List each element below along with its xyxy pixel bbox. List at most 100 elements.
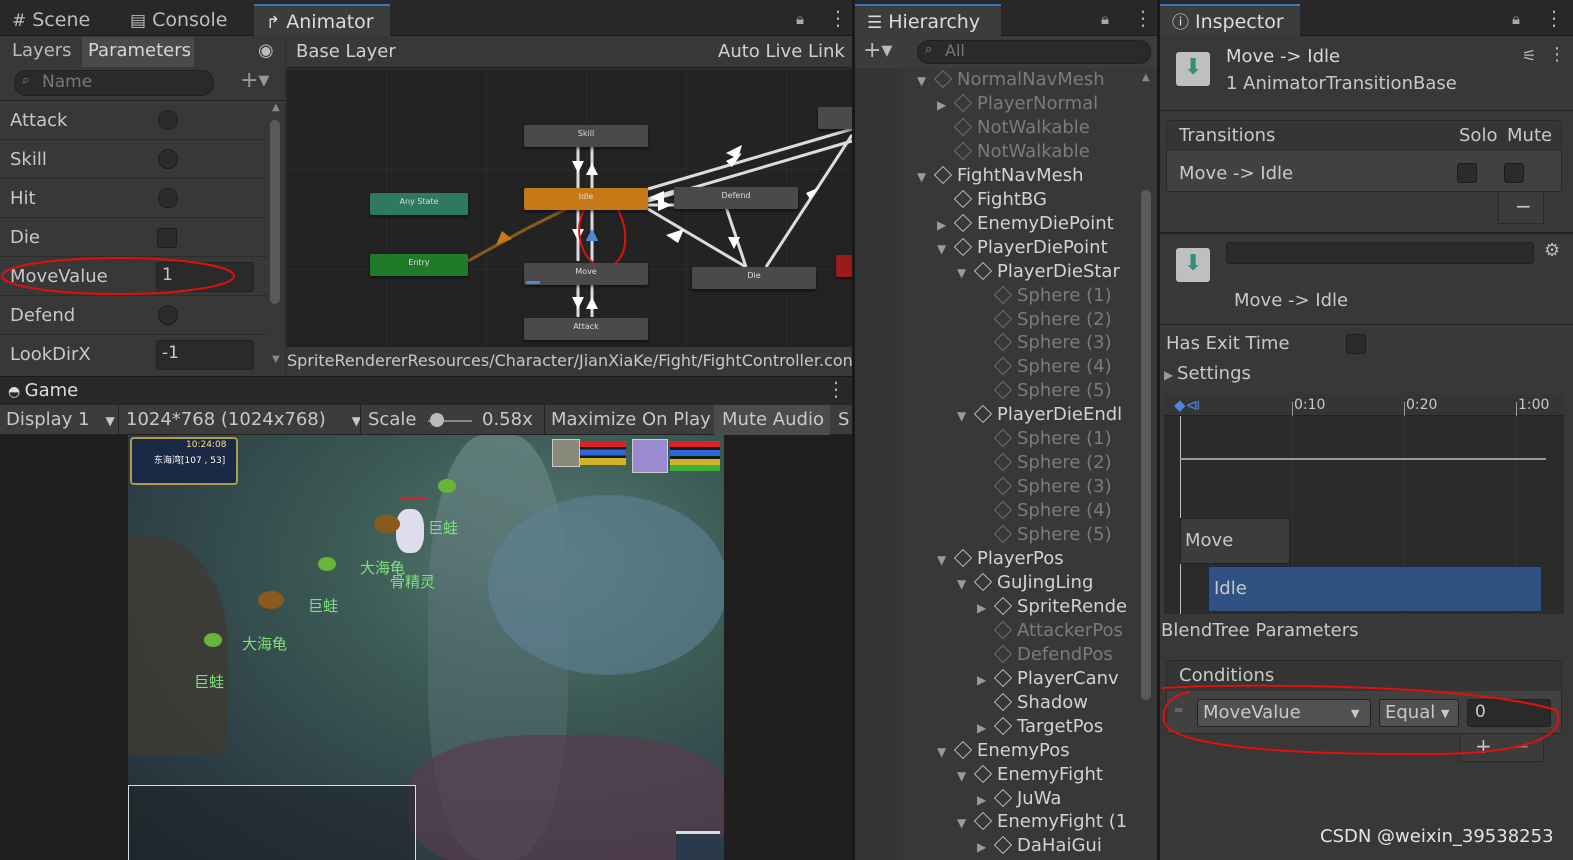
hierarchy-row[interactable]: ▼ GuJingLing	[957, 571, 1093, 595]
maximize-on-play-toggle[interactable]: Maximize On Play	[551, 409, 711, 430]
has-exit-time-checkbox[interactable]	[1346, 334, 1366, 354]
timeline-idle-bar[interactable]	[1208, 566, 1542, 612]
create-icon[interactable]: +▾	[863, 38, 892, 63]
hierarchy-row[interactable]: ▼ PlayerDieStar	[957, 260, 1120, 284]
expand-right-icon[interactable]: ▶	[977, 835, 991, 859]
hierarchy-row[interactable]: ▼ PlayerDieEndl	[957, 403, 1122, 427]
settings-sliders-icon[interactable]: ⚟	[1522, 46, 1536, 65]
hierarchy-row[interactable]: ▶ DaHaiGui	[977, 834, 1102, 858]
state-offscreen[interactable]	[818, 107, 852, 129]
hierarchy-row[interactable]: NotWalkable	[937, 116, 1090, 140]
trigger-toggle[interactable]	[158, 188, 178, 208]
hierarchy-row[interactable]: ▼ EnemyFight (1	[957, 810, 1127, 834]
display-dropdown[interactable]: Display 1 ▼	[6, 409, 115, 430]
lock-icon[interactable]: 🔒︎	[796, 10, 804, 28]
expand-right-icon[interactable]: ▶	[977, 668, 991, 692]
expand-right-icon[interactable]: ▶	[977, 788, 991, 812]
remove-transition-button[interactable]: −	[1498, 192, 1544, 224]
expand-down-icon[interactable]: ▼	[937, 237, 951, 261]
hierarchy-row[interactable]: Sphere (4)	[977, 499, 1112, 523]
scroll-up-icon[interactable]: ▲	[1142, 72, 1150, 83]
state-any-state[interactable]: Any State	[370, 193, 468, 215]
kebab-menu-icon[interactable]: ⋮	[1133, 6, 1153, 30]
scale-slider-thumb[interactable]	[430, 413, 445, 427]
lock-icon[interactable]: 🔒︎	[1101, 10, 1109, 28]
hierarchy-row[interactable]: Sphere (3)	[977, 331, 1112, 355]
tab-animator[interactable]: ↱ Animator	[254, 4, 390, 36]
trigger-toggle[interactable]	[158, 305, 178, 325]
expand-down-icon[interactable]: ▼	[937, 740, 951, 764]
tab-game[interactable]: ◓ Game	[8, 380, 78, 401]
hierarchy-row[interactable]: ▼ FightNavMesh	[917, 164, 1083, 188]
hierarchy-row[interactable]: ▶ EnemyDiePoint	[937, 212, 1114, 236]
breadcrumb[interactable]: Base Layer	[296, 41, 396, 62]
kebab-menu-icon[interactable]: ⋮	[1548, 44, 1566, 65]
state-move[interactable]: Move	[524, 263, 648, 285]
trigger-toggle[interactable]	[158, 110, 178, 130]
hierarchy-row[interactable]: Sphere (5)	[977, 379, 1112, 403]
expand-down-icon[interactable]: ▼	[957, 764, 971, 788]
hierarchy-row[interactable]: ▼ EnemyFight	[957, 763, 1103, 787]
state-skill[interactable]: Skill	[524, 125, 648, 147]
transition-row-label[interactable]: Move -> Idle	[1179, 163, 1293, 184]
state-attack[interactable]: Attack	[524, 318, 648, 340]
expand-down-icon[interactable]: ▼	[957, 261, 971, 285]
hierarchy-row[interactable]: FightBG	[937, 188, 1047, 212]
trigger-toggle[interactable]	[158, 149, 178, 169]
layers-tab[interactable]: Layers	[12, 40, 72, 61]
hierarchy-row[interactable]: Sphere (3)	[977, 475, 1112, 499]
hierarchy-row[interactable]: Sphere (2)	[977, 308, 1112, 332]
tab-console[interactable]: ▤ Console	[118, 4, 240, 36]
eye-icon[interactable]: ◉	[258, 40, 274, 61]
hierarchy-row[interactable]: ▼ PlayerPos	[937, 547, 1064, 571]
hierarchy-row[interactable]: Shadow	[977, 691, 1088, 715]
hierarchy-row[interactable]: ▶ PlayerCanv	[977, 667, 1119, 691]
hierarchy-row[interactable]: Sphere (1)	[977, 284, 1112, 308]
transition-timeline[interactable]: 0:10 0:20 1:00 ◆⧏ Move Idle	[1164, 394, 1564, 614]
scroll-down-icon[interactable]: ▼	[272, 354, 280, 365]
expand-right-icon[interactable]: ▶	[977, 596, 991, 620]
expand-right-icon[interactable]: ▶	[937, 93, 951, 117]
expand-down-icon[interactable]: ▼	[957, 572, 971, 596]
tab-scene[interactable]: # Scene	[0, 4, 102, 36]
resolution-dropdown[interactable]: 1024*768 (1024x768) ▼	[126, 409, 361, 430]
hierarchy-row[interactable]: ▶ PlayerNormal	[937, 92, 1098, 116]
stats-toggle[interactable]: S	[838, 409, 849, 430]
kebab-menu-icon[interactable]: ⋮	[826, 377, 846, 401]
hierarchy-row[interactable]: ▶ SpriteRende	[977, 595, 1127, 619]
hierarchy-row[interactable]: AttackerPos	[977, 619, 1123, 643]
hierarchy-row[interactable]: ▼ EnemyPos	[937, 739, 1070, 763]
state-die[interactable]: Die	[692, 267, 816, 289]
add-parameter-icon[interactable]: +▾	[240, 68, 269, 93]
transition-name-input[interactable]	[1226, 242, 1534, 264]
hierarchy-row[interactable]: ▶ TargetPos	[977, 715, 1103, 739]
scroll-up-icon[interactable]: ▲	[272, 102, 280, 113]
timeline-marker-icon[interactable]: ◆⧏	[1174, 396, 1201, 414]
state-graph[interactable]: Skill Idle Move Attack Defend Die Any St…	[286, 69, 852, 347]
bool-checkbox[interactable]	[157, 228, 177, 248]
game-view[interactable]: 10:24:08 东海湾[107 , 53] 巨蛙 大海龟 骨精灵 巨蛙 大海龟…	[128, 435, 724, 860]
hierarchy-row[interactable]: DefendPos	[977, 643, 1113, 667]
expand-right-icon[interactable]: ▶	[977, 716, 991, 740]
hierarchy-row[interactable]: ▶ JuWa	[977, 787, 1061, 811]
expand-down-icon[interactable]: ▼	[917, 165, 931, 189]
expand-down-icon[interactable]: ▼	[917, 69, 931, 93]
expand-down-icon[interactable]: ▼	[957, 404, 971, 428]
expand-down-icon[interactable]: ▼	[937, 548, 951, 572]
state-exit[interactable]	[836, 255, 852, 277]
parameter-scrollbar[interactable]	[270, 120, 280, 304]
tab-inspector[interactable]: ⓘ Inspector	[1160, 4, 1300, 36]
hierarchy-row[interactable]: ▼ NormalNavMesh	[917, 68, 1105, 92]
hierarchy-scrollbar[interactable]	[1141, 190, 1151, 700]
hierarchy-row[interactable]: Sphere (4)	[977, 355, 1112, 379]
mute-checkbox[interactable]	[1504, 163, 1524, 183]
hierarchy-row[interactable]: ▼ PlayerDiePoint	[937, 236, 1108, 260]
state-defend[interactable]: Defend	[674, 187, 798, 209]
expand-right-icon[interactable]: ▶	[937, 213, 951, 237]
kebab-menu-icon[interactable]: ⋮	[828, 6, 848, 30]
hierarchy-row[interactable]: Sphere (5)	[977, 523, 1112, 547]
lock-icon[interactable]: 🔒︎	[1512, 10, 1520, 28]
solo-checkbox[interactable]	[1457, 163, 1477, 183]
gear-icon[interactable]: ⚙	[1544, 240, 1560, 261]
hierarchy-row[interactable]: Sphere (1)	[977, 427, 1112, 451]
